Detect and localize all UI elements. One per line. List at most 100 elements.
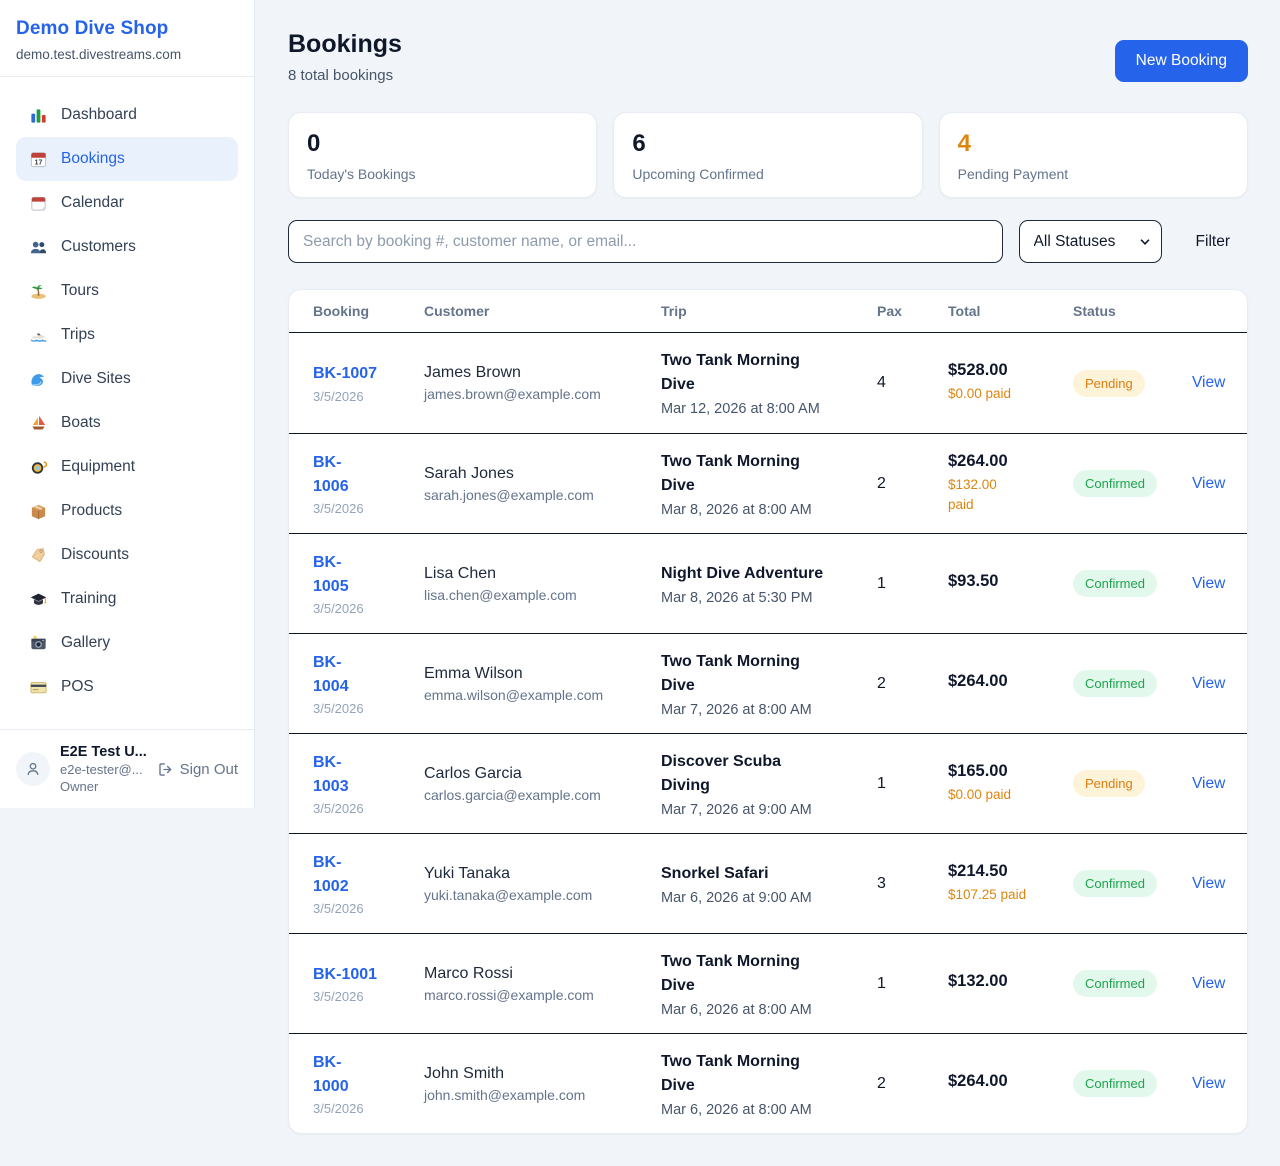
trip-name: Two Tank Morning Dive — [661, 1050, 863, 1098]
table-row: BK- 10053/5/2026 Lisa Chenlisa.chen@exam… — [289, 533, 1247, 633]
customer-email: carlos.garcia@example.com — [424, 787, 647, 803]
stat-label: Today's Bookings — [307, 166, 578, 182]
trip-name: Snorkel Safari — [661, 862, 863, 886]
user-email: e2e-tester@... — [60, 762, 147, 777]
sidebar-item-equipment[interactable]: Equipment — [16, 445, 238, 489]
sidebar-item-calendar[interactable]: Calendar — [16, 181, 238, 225]
booking-number-link[interactable]: BK-1001 — [313, 963, 410, 986]
view-link[interactable]: View — [1192, 374, 1225, 391]
total-amount: $264.00 — [948, 672, 1059, 691]
new-booking-button[interactable]: New Booking — [1115, 40, 1248, 82]
sidebar-item-tours[interactable]: Tours — [16, 269, 238, 313]
customer-name: John Smith — [424, 1065, 647, 1083]
sidebar-item-label: Trips — [61, 326, 95, 344]
sidebar-item-customers[interactable]: Customers — [16, 225, 238, 269]
trip-datetime: Mar 8, 2026 at 8:00 AM — [661, 502, 863, 518]
label-tag-icon — [28, 545, 48, 565]
booking-number-link[interactable]: BK- 1004 — [313, 651, 410, 697]
booking-number-link[interactable]: BK- 1006 — [313, 451, 410, 497]
customer-email: james.brown@example.com — [424, 386, 647, 402]
speedboat-icon — [28, 325, 48, 345]
sidebar-item-gallery[interactable]: Gallery — [16, 621, 238, 665]
page-subtitle: 8 total bookings — [288, 67, 402, 84]
view-link[interactable]: View — [1192, 775, 1225, 792]
view-link[interactable]: View — [1192, 575, 1225, 592]
booking-number-link[interactable]: BK- 1002 — [313, 851, 410, 897]
table-header-row: Booking Customer Trip Pax Total Status — [289, 290, 1247, 333]
sidebar-item-label: Equipment — [61, 458, 135, 476]
desert-island-icon — [28, 281, 48, 301]
sidebar-item-label: Calendar — [61, 194, 124, 212]
stat-value: 4 — [958, 130, 1229, 158]
sidebar-item-trips[interactable]: Trips — [16, 313, 238, 357]
sidebar-item-products[interactable]: Products — [16, 489, 238, 533]
booking-date: 3/5/2026 — [313, 501, 410, 516]
column-header-trip: Trip — [661, 303, 877, 319]
stat-card-todays-bookings: 0 Today's Bookings — [288, 112, 597, 198]
booking-number-link[interactable]: BK- 1005 — [313, 551, 410, 597]
trip-name: Night Dive Adventure — [661, 562, 863, 586]
view-link[interactable]: View — [1192, 875, 1225, 892]
booking-number-link[interactable]: BK- 1000 — [313, 1051, 410, 1097]
trip-datetime: Mar 12, 2026 at 8:00 AM — [661, 401, 863, 417]
bar-chart-icon — [28, 105, 48, 125]
stat-label: Pending Payment — [958, 166, 1229, 182]
sidebar-item-label: Training — [61, 590, 116, 608]
customer-name: Yuki Tanaka — [424, 865, 647, 883]
sidebar-item-pos[interactable]: POS — [16, 665, 238, 709]
graduation-cap-icon — [28, 589, 48, 609]
sidebar-item-discounts[interactable]: Discounts — [16, 533, 238, 577]
sidebar-item-dive-sites[interactable]: Dive Sites — [16, 357, 238, 401]
total-amount: $264.00 — [948, 1072, 1059, 1091]
search-input[interactable] — [288, 220, 1003, 263]
table-row: BK- 10033/5/2026 Carlos Garciacarlos.gar… — [289, 733, 1247, 833]
stat-value: 0 — [307, 130, 578, 158]
status-badge: Pending — [1073, 370, 1145, 397]
stat-card-upcoming-confirmed: 6 Upcoming Confirmed — [613, 112, 922, 198]
view-link[interactable]: View — [1192, 975, 1225, 992]
status-badge: Confirmed — [1073, 570, 1157, 597]
booking-number-link[interactable]: BK- 1003 — [313, 751, 410, 797]
sidebar-item-dashboard[interactable]: Dashboard — [16, 93, 238, 137]
total-amount: $132.00 — [948, 972, 1059, 991]
tear-off-calendar-icon — [28, 193, 48, 213]
sidebar-item-label: Boats — [61, 414, 101, 432]
customer-email: marco.rossi@example.com — [424, 987, 647, 1003]
sidebar-item-training[interactable]: Training — [16, 577, 238, 621]
sign-out-button[interactable]: Sign Out — [157, 761, 238, 778]
user-role: Owner — [60, 779, 147, 794]
trip-datetime: Mar 6, 2026 at 8:00 AM — [661, 1002, 863, 1018]
diving-mask-icon — [28, 457, 48, 477]
trip-datetime: Mar 6, 2026 at 8:00 AM — [661, 1102, 863, 1118]
sidebar-item-label: Bookings — [61, 150, 125, 168]
customer-name: Marco Rossi — [424, 965, 647, 983]
status-select[interactable]: All Statuses — [1019, 220, 1162, 263]
paid-amount: $107.25 paid — [948, 885, 1040, 905]
table-row: BK- 10043/5/2026 Emma Wilsonemma.wilson@… — [289, 633, 1247, 733]
total-amount: $264.00 — [948, 452, 1059, 471]
customer-name: Emma Wilson — [424, 665, 647, 683]
column-header-booking: Booking — [313, 303, 424, 319]
sidebar-item-label: Products — [61, 502, 122, 520]
pax-count: 4 — [877, 374, 948, 392]
stats-cards: 0 Today's Bookings 6 Upcoming Confirmed … — [288, 112, 1248, 198]
total-amount: $165.00 — [948, 762, 1059, 781]
paid-amount: $0.00 paid — [948, 785, 1040, 805]
pax-count: 1 — [877, 575, 948, 593]
sidebar-item-boats[interactable]: Boats — [16, 401, 238, 445]
view-link[interactable]: View — [1192, 1075, 1225, 1092]
user-info: E2E Test U... e2e-tester@... Owner — [60, 744, 147, 794]
status-badge: Confirmed — [1073, 1070, 1157, 1097]
booking-number-link[interactable]: BK-1007 — [313, 362, 410, 385]
customer-email: emma.wilson@example.com — [424, 687, 647, 703]
view-link[interactable]: View — [1192, 675, 1225, 692]
trip-name: Discover Scuba Diving — [661, 750, 863, 798]
sidebar-item-bookings[interactable]: 17 Bookings — [16, 137, 238, 181]
customer-email: lisa.chen@example.com — [424, 587, 647, 603]
filter-button[interactable]: Filter — [1196, 233, 1230, 251]
person-icon — [24, 760, 42, 778]
table-row: BK- 10023/5/2026 Yuki Tanakayuki.tanaka@… — [289, 833, 1247, 933]
filter-bar: All Statuses Filter — [288, 220, 1248, 263]
view-link[interactable]: View — [1192, 475, 1225, 492]
camera-flash-icon — [28, 633, 48, 653]
